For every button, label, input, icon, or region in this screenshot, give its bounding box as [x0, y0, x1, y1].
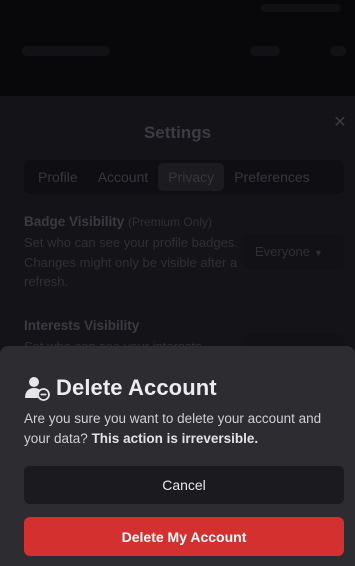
- delete-account-dialog: Delete Account Are you sure you want to …: [0, 346, 355, 566]
- badge-visibility-description: Set who can see your profile badges. Cha…: [24, 235, 238, 289]
- background-nav-item: [330, 46, 346, 56]
- settings-title: Settings: [143, 123, 212, 142]
- interests-visibility-heading: Interests Visibility: [24, 318, 140, 333]
- tab-privacy[interactable]: Privacy: [158, 163, 225, 191]
- dialog-header: Delete Account: [24, 374, 217, 402]
- badge-visibility-select[interactable]: Everyone ▼: [244, 234, 344, 270]
- cancel-button[interactable]: Cancel: [24, 466, 344, 504]
- user-minus-icon: [25, 377, 50, 401]
- background-nav-brand: [22, 46, 110, 56]
- background-nav-item: [250, 46, 280, 56]
- chevron-down-icon: ▼: [313, 248, 323, 258]
- dialog-message: Are you sure you want to delete your acc…: [24, 409, 337, 449]
- badge-visibility-heading: Badge Visibility (Premium Only): [24, 214, 239, 229]
- tab-preferences[interactable]: Preferences: [224, 163, 319, 191]
- tab-account[interactable]: Account: [88, 163, 159, 191]
- background-top-bar: [0, 0, 355, 20]
- close-icon[interactable]: ✕: [331, 114, 349, 132]
- interests-visibility-select[interactable]: [244, 334, 344, 346]
- badge-visibility-value: Everyone: [255, 244, 310, 259]
- delete-account-button[interactable]: Delete My Account: [24, 517, 344, 556]
- badge-visibility-label: Badge Visibility: [24, 214, 125, 229]
- settings-tabs: Profile Account Privacy Preferences: [24, 160, 344, 194]
- badge-visibility-setting: Badge Visibility (Premium Only) Set who …: [24, 214, 239, 292]
- premium-only-note: (Premium Only): [128, 215, 213, 229]
- dialog-title: Delete Account: [56, 375, 217, 400]
- background-navbar: [0, 26, 355, 74]
- tab-profile[interactable]: Profile: [28, 163, 88, 191]
- dialog-message-warning: This action is irreversible.: [91, 431, 259, 446]
- background-top-text: [261, 4, 341, 12]
